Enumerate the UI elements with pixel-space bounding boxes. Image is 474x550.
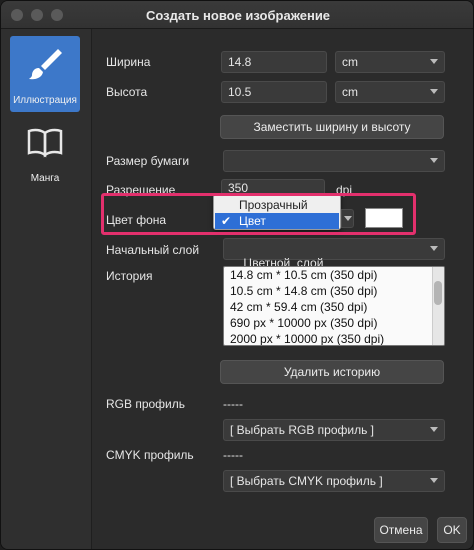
sidebar-item-manga[interactable]: Манга (10, 114, 80, 190)
chevron-down-icon (430, 158, 438, 163)
paper-size-label: Размер бумаги (106, 154, 190, 168)
scrollbar-thumb[interactable] (434, 281, 442, 305)
sidebar-item-illustration[interactable]: Иллюстрация (10, 36, 80, 112)
list-item[interactable]: 690 px * 10000 px (350 dpi) (224, 315, 444, 331)
height-label: Высота (106, 85, 148, 99)
cmyk-profile-select[interactable]: [ Выбрать CMYK профиль ] (223, 470, 445, 492)
initial-layer-label: Начальный слой (106, 243, 200, 257)
width-unit-value: cm (342, 55, 358, 69)
list-item[interactable]: 2000 px * 10000 px (350 dpi) (224, 331, 444, 345)
chevron-down-icon (430, 59, 438, 64)
sidebar: Иллюстрация Манга (1, 29, 92, 549)
cmyk-profile-select-value: [ Выбрать CMYK профиль ] (230, 474, 383, 488)
chevron-down-icon (430, 478, 438, 483)
book-icon (25, 122, 65, 162)
initial-layer-select[interactable]: Цветной слой (223, 238, 445, 270)
history-label: История (106, 269, 153, 283)
window-title: Создать новое изображение (145, 8, 331, 23)
annotation-highlight-box (101, 193, 416, 235)
paper-size-select[interactable] (223, 150, 445, 172)
cancel-button[interactable]: Отмена (374, 517, 428, 543)
cmyk-profile-value: ----- (223, 448, 243, 462)
list-item[interactable]: 42 cm * 59.4 cm (350 dpi) (224, 299, 444, 315)
list-item[interactable]: 10.5 cm * 14.8 cm (350 dpi) (224, 283, 444, 299)
history-scrollbar[interactable] (432, 267, 444, 345)
rgb-profile-value: ----- (223, 397, 243, 411)
chevron-down-icon (430, 89, 438, 94)
new-image-dialog: Создать новое изображение Иллюстрация Ма… (0, 0, 474, 550)
list-item[interactable]: 14.8 cm * 10.5 cm (350 dpi) (224, 267, 444, 283)
sidebar-item-label: Манга (30, 173, 60, 184)
ok-button[interactable]: OK (437, 517, 467, 543)
brush-icon (25, 44, 65, 84)
clear-history-button[interactable]: Удалить историю (220, 360, 444, 384)
height-input[interactable]: 10.5 (221, 81, 327, 103)
height-unit-value: cm (342, 85, 358, 99)
rgb-profile-select-value: [ Выбрать RGB профиль ] (230, 423, 375, 437)
width-label: Ширина (106, 55, 151, 69)
rgb-profile-label: RGB профиль (106, 397, 186, 411)
cmyk-profile-label: CMYK профиль (106, 448, 194, 462)
width-input[interactable]: 14.8 (221, 51, 327, 73)
height-unit-select[interactable]: cm (335, 81, 445, 103)
swap-dimensions-button[interactable]: Заместить ширину и высоту (220, 115, 444, 139)
sidebar-item-label: Иллюстрация (13, 95, 77, 106)
width-unit-select[interactable]: cm (335, 51, 445, 73)
rgb-profile-select[interactable]: [ Выбрать RGB профиль ] (223, 419, 445, 441)
chevron-down-icon (430, 427, 438, 432)
title-bar: Создать новое изображение (1, 1, 473, 29)
chevron-down-icon (430, 246, 438, 251)
history-list[interactable]: 14.8 cm * 10.5 cm (350 dpi) 10.5 cm * 14… (223, 266, 445, 346)
